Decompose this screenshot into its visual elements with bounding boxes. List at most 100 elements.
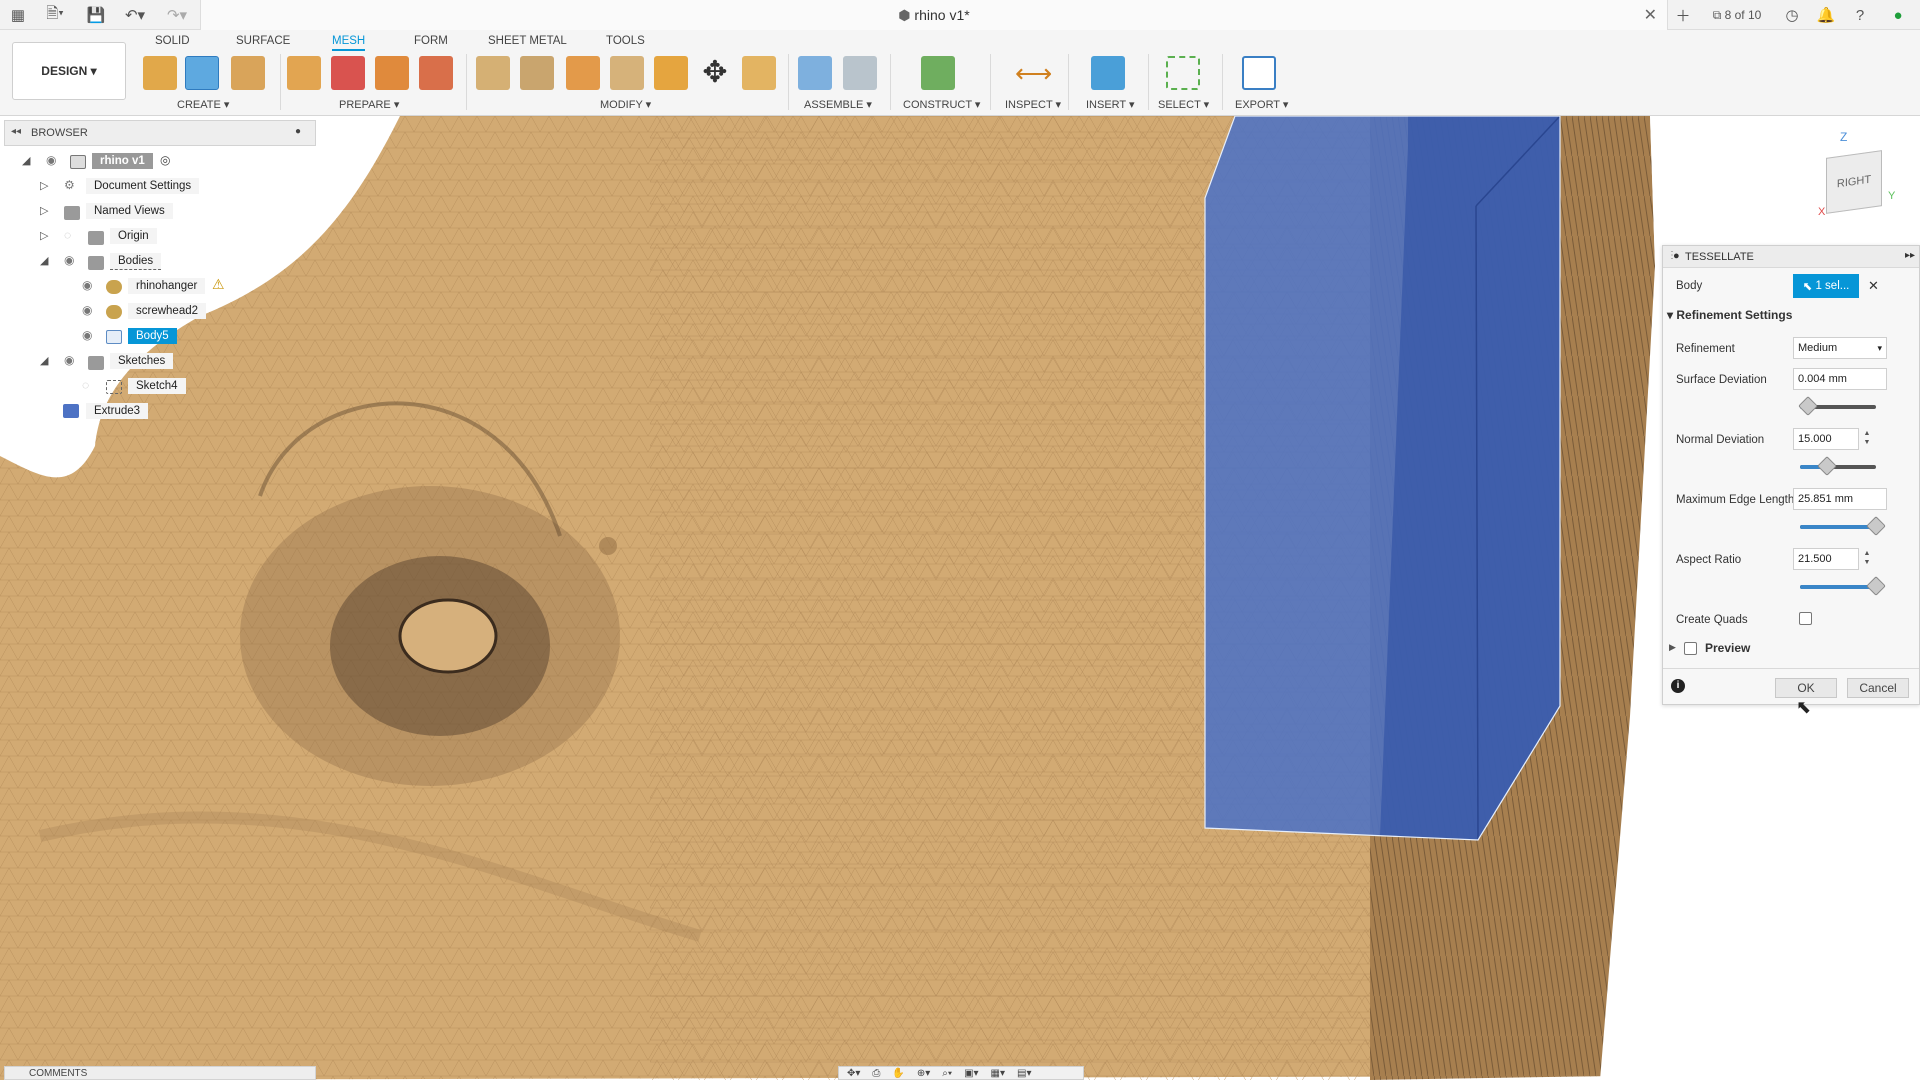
- document-tab[interactable]: ⬢ rhino v1* ✕: [200, 0, 1668, 30]
- expand-arrow-icon[interactable]: ▷: [40, 179, 48, 192]
- slider-handle[interactable]: [1797, 396, 1818, 416]
- visibility-eye-icon[interactable]: ◉: [82, 303, 92, 317]
- preview-checkbox[interactable]: [1684, 642, 1697, 655]
- activate-radio-icon[interactable]: ◎: [160, 153, 170, 167]
- window-select-icon[interactable]: [1166, 56, 1200, 90]
- tab-surface[interactable]: SURFACE: [236, 35, 290, 47]
- undo-icon[interactable]: ↶▾: [120, 5, 150, 25]
- collapse-arrow-icon[interactable]: ◢: [40, 254, 48, 267]
- info-icon[interactable]: i: [1671, 679, 1685, 693]
- tab-mesh[interactable]: MESH: [332, 35, 366, 51]
- normal-deviation-input[interactable]: 15.000: [1793, 428, 1859, 450]
- tab-solid[interactable]: SOLID: [155, 35, 190, 47]
- app-grid-icon[interactable]: ▦: [8, 5, 28, 25]
- tree-item-sketch4[interactable]: Sketch4: [128, 378, 186, 394]
- pin-icon[interactable]: ●: [295, 126, 301, 137]
- tessellate-icon[interactable]: [185, 56, 219, 90]
- insert-menu[interactable]: INSERT ▾: [1086, 98, 1135, 111]
- smooth-icon[interactable]: [610, 56, 644, 90]
- inspect-menu[interactable]: INSPECT ▾: [1005, 98, 1061, 111]
- create-face-group-icon[interactable]: [231, 56, 265, 90]
- clock-icon[interactable]: ◷: [1782, 5, 1802, 25]
- refinement-select[interactable]: Medium ▾: [1793, 337, 1887, 359]
- visibility-eye-icon[interactable]: ◉: [46, 153, 56, 167]
- insert-image-icon[interactable]: [1091, 56, 1125, 90]
- tree-item-body5[interactable]: Body5: [128, 328, 177, 344]
- tree-item-rhinohanger[interactable]: rhinohanger: [128, 278, 206, 294]
- save-icon[interactable]: 💾: [86, 5, 106, 25]
- tree-item-named-views[interactable]: Named Views: [86, 203, 173, 219]
- new-component-icon[interactable]: [798, 56, 832, 90]
- slider-handle[interactable]: [1816, 456, 1837, 476]
- generate-face-groups-icon[interactable]: [287, 56, 321, 90]
- plane-cut-icon[interactable]: [476, 56, 510, 90]
- expand-arrow-icon[interactable]: ▷: [40, 204, 48, 217]
- user-avatar-icon[interactable]: ●: [1886, 5, 1910, 25]
- grid-settings-icon[interactable]: ▦▾: [991, 1068, 1005, 1079]
- new-tab-icon[interactable]: ＋: [1672, 5, 1694, 25]
- tree-item-sketches[interactable]: Sketches: [110, 353, 174, 369]
- scale-icon[interactable]: [742, 56, 776, 90]
- collapse-arrow-icon[interactable]: ◢: [40, 354, 48, 367]
- job-status[interactable]: ⧉ 8 of 10: [1702, 5, 1772, 25]
- export-menu[interactable]: EXPORT ▾: [1235, 98, 1288, 111]
- close-tab-icon[interactable]: ✕: [1644, 5, 1657, 25]
- collapse-left-icon[interactable]: ◂◂: [11, 126, 21, 137]
- maximum-edge-length-slider[interactable]: [1800, 516, 1886, 536]
- assemble-menu[interactable]: ASSEMBLE ▾: [804, 98, 872, 111]
- display-settings-icon[interactable]: ▣▾: [964, 1068, 978, 1079]
- create-quads-checkbox[interactable]: [1799, 612, 1812, 625]
- tree-item-bodies[interactable]: Bodies: [110, 253, 162, 270]
- prepare-menu[interactable]: PREPARE ▾: [339, 98, 399, 111]
- hidden-eye-icon[interactable]: ◌: [82, 378, 89, 392]
- maximum-edge-length-input[interactable]: 25.851 mm: [1793, 488, 1887, 510]
- stepper-icon[interactable]: ▲ ▼: [1861, 549, 1873, 569]
- add-component-icon[interactable]: [419, 56, 453, 90]
- export-icon[interactable]: [1242, 56, 1276, 90]
- hidden-eye-icon[interactable]: ◌: [64, 228, 71, 242]
- clear-selection-icon[interactable]: ✕: [1868, 278, 1879, 294]
- tree-item-screwhead2[interactable]: screwhead2: [128, 303, 207, 319]
- ok-button[interactable]: OK: [1775, 678, 1837, 698]
- warning-icon[interactable]: ⚠: [212, 276, 225, 293]
- viewcube-face[interactable]: RIGHT: [1826, 150, 1882, 214]
- visibility-eye-icon[interactable]: ◉: [64, 253, 74, 267]
- fit-icon[interactable]: ⌕▾: [942, 1068, 952, 1079]
- viewports-icon[interactable]: ▤▾: [1017, 1068, 1031, 1079]
- create-menu[interactable]: CREATE ▾: [177, 98, 229, 111]
- collapse-arrow-icon[interactable]: ◢: [22, 154, 30, 167]
- reduce-icon[interactable]: [520, 56, 554, 90]
- aspect-ratio-input[interactable]: 21.500: [1793, 548, 1859, 570]
- visibility-eye-icon[interactable]: ◉: [82, 278, 92, 292]
- tab-form[interactable]: FORM: [414, 35, 448, 47]
- combine-icon[interactable]: [654, 56, 688, 90]
- browser-panel-header[interactable]: ◂◂ BROWSER ●: [4, 120, 316, 146]
- view-cube[interactable]: Z RIGHT X Y: [1818, 130, 1896, 222]
- pan-icon[interactable]: ✋: [892, 1068, 904, 1079]
- notification-icon[interactable]: 🔔: [1816, 5, 1836, 25]
- refinement-settings-section[interactable]: ▾ Refinement Settings: [1667, 308, 1792, 322]
- orbit-icon[interactable]: ✥▾: [847, 1068, 860, 1079]
- tree-item-extrude3[interactable]: Extrude3: [86, 403, 149, 419]
- redo-icon[interactable]: ↷▾: [162, 5, 192, 25]
- select-menu[interactable]: SELECT ▾: [1158, 98, 1209, 111]
- repair-icon[interactable]: [331, 56, 365, 90]
- dialog-header[interactable]: ⋮ ● TESSELLATE ▸▸: [1663, 246, 1919, 268]
- aspect-ratio-slider[interactable]: [1800, 576, 1886, 596]
- measure-icon[interactable]: ⟷: [1015, 56, 1052, 90]
- zoom-icon[interactable]: ⊕▾: [917, 1068, 930, 1079]
- tab-sheet-metal[interactable]: SHEET METAL: [488, 35, 567, 47]
- expand-arrow-icon[interactable]: ▷: [40, 229, 48, 242]
- surface-deviation-slider[interactable]: [1797, 396, 1876, 416]
- comments-panel-header[interactable]: COMMENTS: [4, 1066, 316, 1080]
- file-menu-icon[interactable]: 🗎▾: [40, 5, 70, 25]
- create-mesh-icon[interactable]: [143, 56, 177, 90]
- move-icon[interactable]: ✥: [698, 56, 732, 90]
- tree-item-document-settings[interactable]: Document Settings: [86, 178, 200, 194]
- tab-tools[interactable]: TOOLS: [606, 35, 645, 47]
- normal-deviation-slider[interactable]: [1800, 456, 1876, 476]
- 3d-viewport[interactable]: [0, 116, 1920, 1080]
- offset-plane-icon[interactable]: [921, 56, 955, 90]
- remesh-icon[interactable]: [375, 56, 409, 90]
- construct-menu[interactable]: CONSTRUCT ▾: [903, 98, 980, 111]
